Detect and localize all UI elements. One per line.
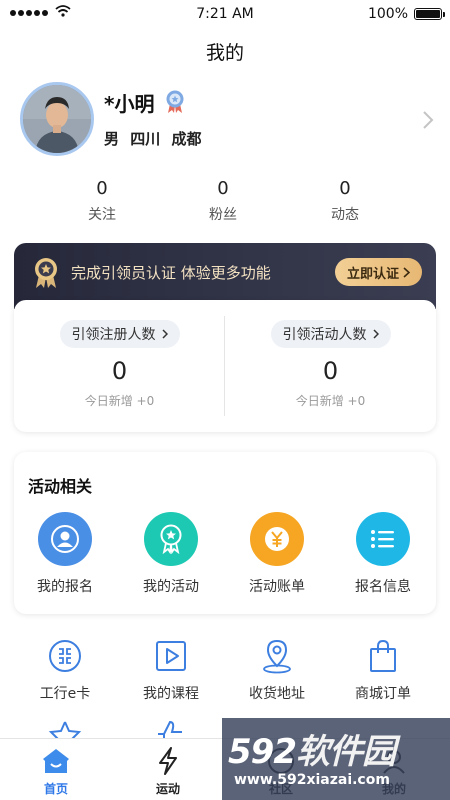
stat-label: 关注 (88, 207, 116, 223)
avatar-photo (23, 85, 91, 153)
stat-value: 0 (96, 178, 108, 199)
certification-text: 完成引领员认证 体验更多功能 (71, 264, 271, 282)
activity-label: 我的报名 (37, 579, 93, 595)
referral-activities-button[interactable]: 引领活动人数 (270, 320, 391, 348)
my-courses-button[interactable]: 我的课程 (121, 636, 221, 703)
referral-label: 引领活动人数 (282, 327, 367, 343)
play-icon (151, 636, 191, 676)
stat-label: 粉丝 (209, 207, 237, 223)
certify-now-label: 立即认证 (346, 266, 399, 282)
battery-icon (414, 8, 445, 20)
activity-label: 我的活动 (143, 579, 199, 595)
watermark-url: www.592xiazai.com (234, 772, 390, 788)
registration-info-button[interactable]: 报名信息 (333, 512, 433, 596)
stat-value: 0 (217, 178, 229, 199)
user-gender: 男 (104, 130, 120, 148)
tab-label: 首页 (43, 782, 68, 796)
medal-icon (35, 258, 57, 288)
referral-registrations: 引领注册人数 0 今日新增 +0 (14, 300, 225, 432)
tool-label: 商城订单 (355, 686, 411, 702)
referral-registrations-button[interactable]: 引领注册人数 (59, 320, 180, 348)
chevron-right-icon (403, 266, 410, 278)
shopping-bag-icon (363, 636, 403, 676)
stat-followers[interactable]: 0 粉丝 (163, 178, 283, 224)
activity-label: 报名信息 (355, 579, 411, 595)
mall-orders-button[interactable]: 商城订单 (333, 636, 433, 703)
user-info: 男 四川 成都 (104, 128, 201, 149)
activity-bill-button[interactable]: 活动账单 (227, 512, 327, 596)
stat-posts[interactable]: 0 动态 (285, 178, 405, 224)
referral-today: 今日新增 +0 (84, 394, 155, 408)
location-pin-icon (257, 636, 297, 676)
card-icon (45, 636, 85, 676)
referral-card: 引领注册人数 0 今日新增 +0 引领活动人数 0 今日新增 +0 (14, 300, 436, 432)
home-icon (40, 745, 72, 777)
watermark: 592软件园 www.592xiazai.com (222, 718, 450, 800)
icbc-ecard-button[interactable]: 工行e卡 (15, 636, 115, 703)
shipping-address-button[interactable]: 收货地址 (227, 636, 327, 703)
watermark-logo: 592软件园 (228, 724, 396, 773)
page-title: 我的 (205, 42, 244, 64)
medal-icon (144, 512, 198, 566)
tab-sports[interactable]: 运动 (112, 739, 224, 800)
tab-home[interactable]: 首页 (0, 739, 112, 800)
activities-card: 活动相关 我的报名 我的活动 活动账单 报名信息 (14, 452, 436, 614)
stat-following[interactable]: 0 关注 (42, 178, 162, 224)
watermark-logo-number: 592 (228, 732, 297, 772)
lightning-icon (152, 745, 184, 777)
activity-label: 活动账单 (249, 579, 305, 595)
stat-value: 0 (339, 178, 351, 199)
my-registrations-button[interactable]: 我的报名 (15, 512, 115, 596)
battery-percent: 100% (367, 6, 408, 22)
user-location: 四川 成都 (130, 130, 202, 148)
certification-badge-icon (166, 90, 184, 113)
chevron-right-icon (161, 329, 168, 339)
status-bar: 7:21 AM 100% (0, 0, 450, 28)
my-activities-button[interactable]: 我的活动 (121, 512, 221, 596)
user-name: *小明 (104, 92, 155, 116)
referral-today: 今日新增 +0 (295, 394, 366, 408)
chevron-right-icon (372, 329, 379, 339)
list-icon (356, 512, 410, 566)
watermark-logo-text: 软件园 (295, 732, 396, 772)
stats-row: 0 关注 0 粉丝 0 动态 (0, 178, 450, 228)
tool-label: 我的课程 (143, 686, 199, 702)
activities-title: 活动相关 (28, 477, 93, 496)
tool-label: 收货地址 (249, 686, 305, 702)
tab-label: 运动 (155, 782, 180, 796)
referral-activities: 引领活动人数 0 今日新增 +0 (225, 300, 436, 432)
stat-label: 动态 (331, 207, 359, 223)
avatar[interactable] (20, 82, 94, 156)
tool-label: 工行e卡 (39, 686, 91, 702)
referral-count: 0 (322, 357, 339, 385)
referral-count: 0 (111, 357, 128, 385)
referral-label: 引领注册人数 (71, 327, 156, 343)
certify-now-button[interactable]: 立即认证 (335, 258, 422, 286)
yuan-icon (250, 512, 304, 566)
chevron-right-icon[interactable] (422, 110, 434, 130)
user-icon (38, 512, 92, 566)
